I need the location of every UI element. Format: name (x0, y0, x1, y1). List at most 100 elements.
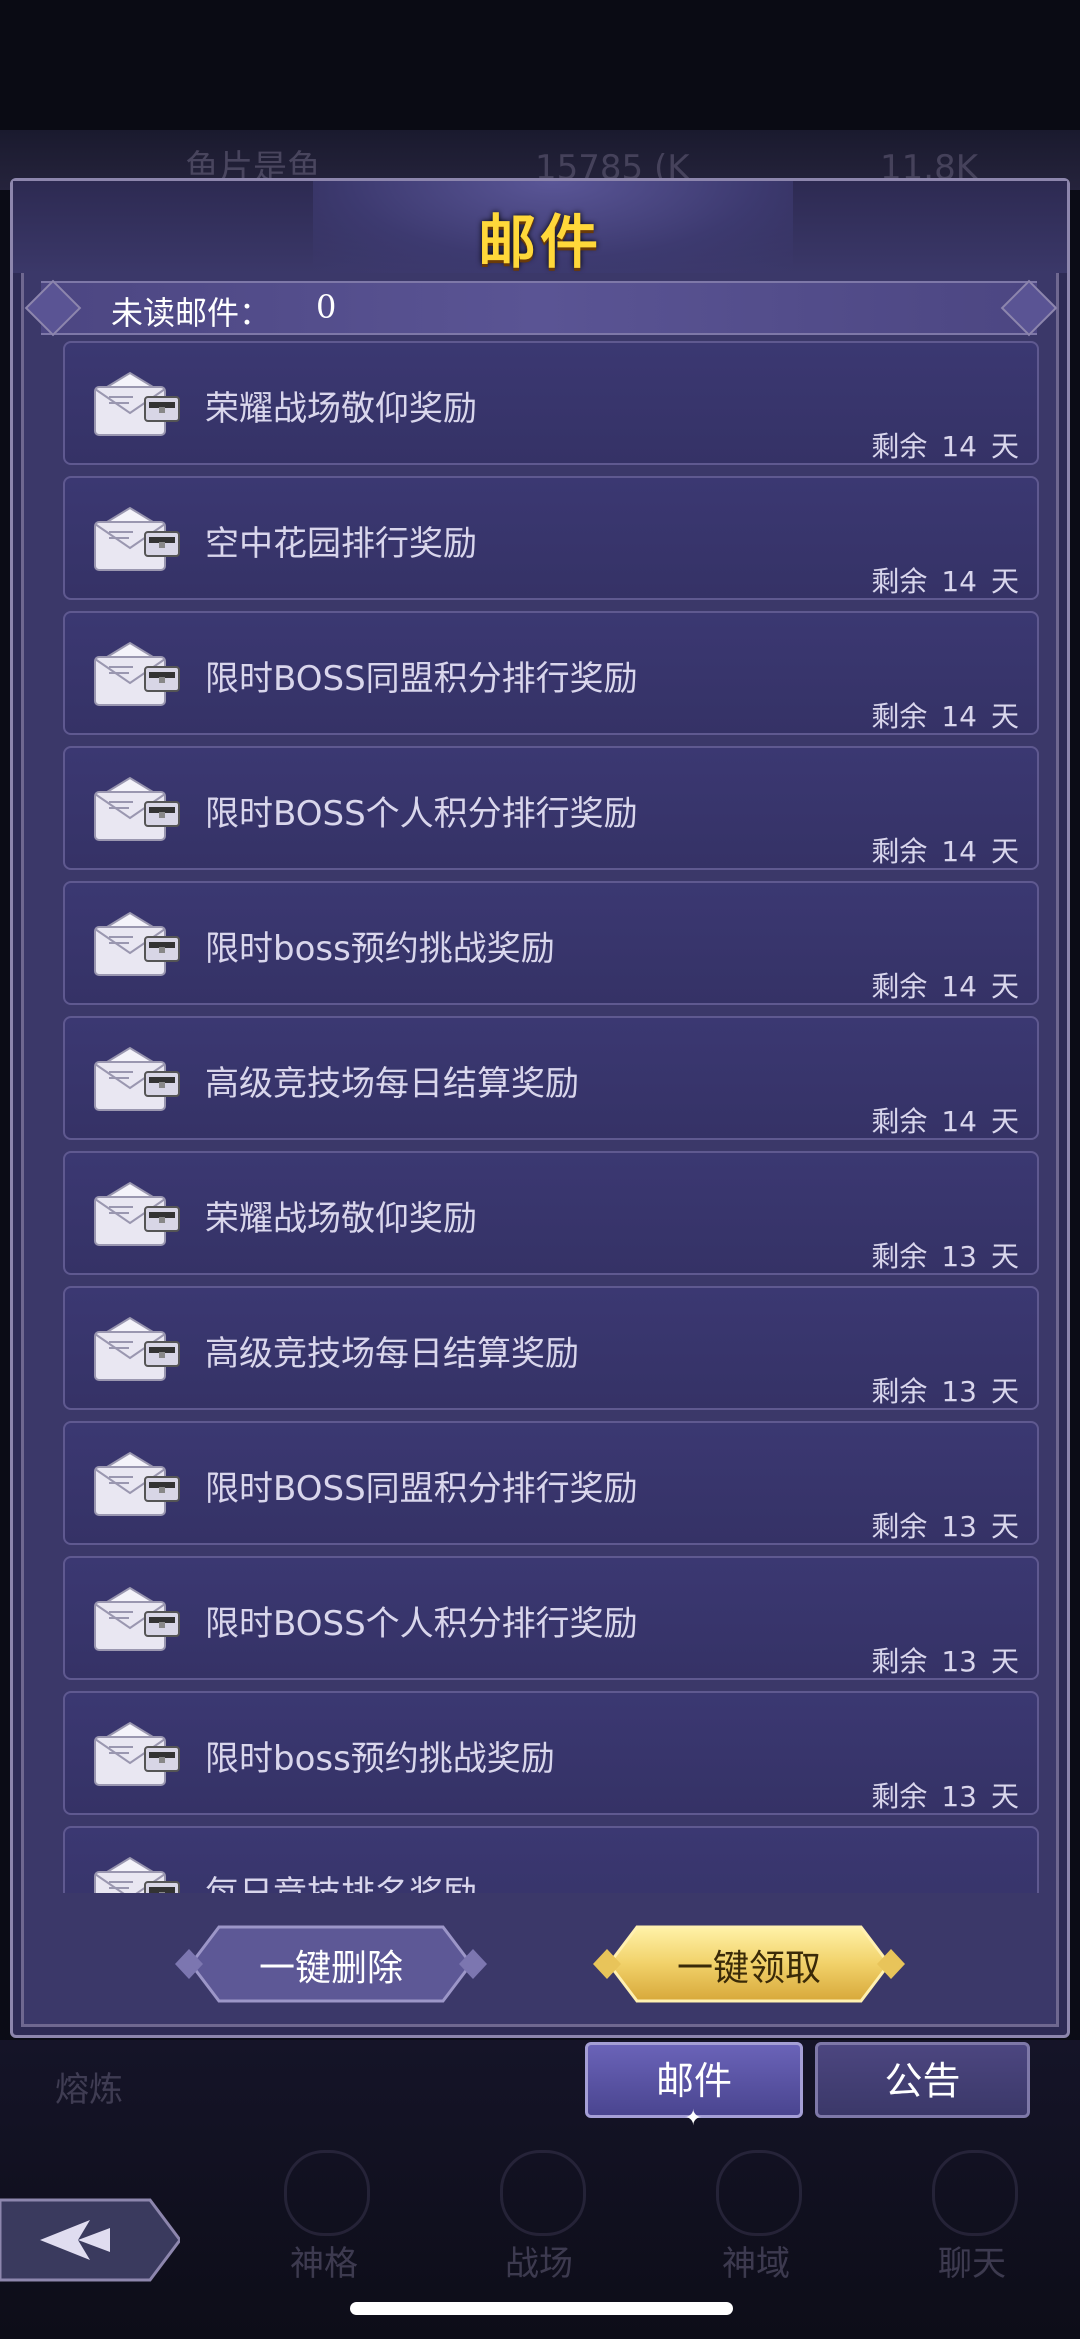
back-arrow-icon (0, 2198, 182, 2282)
expiry-unit: 天 (990, 1240, 1019, 1273)
mail-subject: 限时boss预约挑战奖励 (205, 1739, 555, 1779)
panel-title: 邮件 (477, 208, 602, 276)
envelope-chest-icon (94, 1046, 180, 1111)
expiry-prefix: 剩余 (871, 1510, 928, 1543)
envelope-chest-icon (94, 1856, 180, 1893)
expiry-days: 14 (941, 430, 977, 463)
expiry-days: 14 (941, 835, 977, 868)
envelope-chest-icon (94, 776, 180, 841)
mail-item[interactable]: 高级竞技场每日结算奖励剩余 14 天 (63, 1016, 1039, 1140)
expiry-unit: 天 (990, 1645, 1019, 1678)
chat-icon (932, 2150, 1018, 2236)
tab-mail-label: 邮件 (655, 2059, 732, 2103)
expiry-days: 13 (941, 1645, 977, 1678)
panel-header: 邮件 (13, 181, 1067, 276)
mail-subject: 空中花园排行奖励 (205, 524, 477, 564)
expiry-unit: 天 (990, 430, 1019, 463)
battlefield-icon (500, 2150, 586, 2236)
envelope-chest-icon (94, 911, 180, 976)
mail-expiry: 剩余 13 天 (857, 1640, 1019, 1680)
mail-subject: 荣耀战场敬仰奖励 (205, 1199, 477, 1239)
expiry-days: 13 (941, 1375, 977, 1408)
delete-all-button[interactable]: 一键删除 (171, 1921, 491, 2007)
nav-godhood[interactable]: 神格 (290, 2236, 358, 2285)
mail-item[interactable]: 空中花园排行奖励剩余 14 天 (63, 476, 1039, 600)
mail-item[interactable]: 限时BOSS个人积分排行奖励剩余 14 天 (63, 746, 1039, 870)
tab-notice[interactable]: 公告 (815, 2042, 1030, 2118)
expiry-prefix: 剩余 (871, 970, 928, 1003)
envelope-chest-icon (94, 1316, 180, 1381)
unread-bar: 未读邮件： 0 (41, 281, 1037, 335)
claim-all-label: 一键领取 (676, 1948, 821, 1989)
smelt-label: 熔炼 (55, 2070, 123, 2110)
expiry-prefix: 剩余 (871, 1240, 928, 1273)
expiry-prefix: 剩余 (871, 1105, 928, 1138)
back-button[interactable] (0, 2190, 182, 2290)
mail-subject: 高级竞技场每日结算奖励 (205, 1064, 579, 1104)
mail-expiry: 剩余 13 天 (857, 1775, 1019, 1815)
envelope-chest-icon (94, 1586, 180, 1651)
mail-item[interactable]: 每日竞技排名奖励 (63, 1826, 1039, 1893)
expiry-prefix: 剩余 (871, 1780, 928, 1813)
envelope-chest-icon (94, 1181, 180, 1246)
mail-expiry: 剩余 14 天 (857, 1100, 1019, 1140)
expiry-prefix: 剩余 (871, 835, 928, 868)
mail-item[interactable]: 高级竞技场每日结算奖励剩余 13 天 (63, 1286, 1039, 1410)
expiry-prefix: 剩余 (871, 565, 928, 598)
mail-expiry: 剩余 14 天 (857, 560, 1019, 600)
expiry-unit: 天 (990, 700, 1019, 733)
envelope-chest-icon (94, 641, 180, 706)
mail-expiry: 剩余 13 天 (857, 1370, 1019, 1410)
mail-expiry: 剩余 14 天 (857, 830, 1019, 870)
mail-item[interactable]: 限时BOSS个人积分排行奖励剩余 13 天 (63, 1556, 1039, 1680)
envelope-chest-icon (94, 506, 180, 571)
expiry-prefix: 剩余 (871, 700, 928, 733)
expiry-prefix: 剩余 (871, 1375, 928, 1408)
mail-subject: 限时BOSS同盟积分排行奖励 (205, 659, 638, 699)
expiry-days: 14 (941, 1105, 977, 1138)
active-tab-star-icon: ✦ (684, 2106, 703, 2131)
mail-subject: 每日竞技排名奖励 (205, 1866, 477, 1893)
envelope-chest-icon (94, 1451, 180, 1516)
expiry-prefix: 剩余 (871, 1645, 928, 1678)
expiry-days: 13 (941, 1780, 977, 1813)
expiry-unit: 天 (990, 565, 1019, 598)
mail-subject: 限时BOSS个人积分排行奖励 (205, 1604, 638, 1644)
envelope-chest-icon (94, 1721, 180, 1786)
expiry-unit: 天 (990, 1780, 1019, 1813)
godhood-icon (284, 2150, 370, 2236)
mail-subject: 荣耀战场敬仰奖励 (205, 389, 477, 429)
mail-list[interactable]: 荣耀战场敬仰奖励 剩余 14 天空中花园排行奖励 剩余 14 天限时BOSS同盟积分排行奖励… (51, 341, 1041, 1893)
home-indicator (350, 2302, 733, 2315)
expiry-prefix: 剩余 (871, 430, 928, 463)
nav-chat[interactable]: 聊天 (938, 2236, 1006, 2285)
mail-subject: 限时boss预约挑战奖励 (205, 929, 555, 969)
mail-expiry: 剩余 14 天 (857, 695, 1019, 735)
mail-subject: 限时BOSS个人积分排行奖励 (205, 794, 638, 834)
expiry-unit: 天 (990, 835, 1019, 868)
domain-icon (716, 2150, 802, 2236)
mail-subject: 高级竞技场每日结算奖励 (205, 1334, 579, 1374)
mail-item[interactable]: 限时BOSS同盟积分排行奖励剩余 14 天 (63, 611, 1039, 735)
nav-battlefield[interactable]: 战场 (505, 2236, 573, 2285)
mail-item[interactable]: 限时boss预约挑战奖励剩余 13 天 (63, 1691, 1039, 1815)
mail-item[interactable]: 限时BOSS同盟积分排行奖励 剩余 13 天 (63, 1421, 1039, 1545)
mail-panel: 邮件 未读邮件： 0 荣耀战场敬仰奖励 剩余 14 天空中花园排行奖励 剩余 14 天限时B… (10, 178, 1070, 2038)
mail-item[interactable]: 荣耀战场敬仰奖励 剩余 13 天 (63, 1151, 1039, 1275)
expiry-days: 14 (941, 970, 977, 1003)
mail-expiry: 剩余 14 天 (857, 425, 1019, 465)
expiry-unit: 天 (990, 970, 1019, 1003)
expiry-unit: 天 (990, 1375, 1019, 1408)
claim-all-button[interactable]: 一键领取 (589, 1921, 909, 2007)
unread-label: 未读邮件： (111, 294, 272, 332)
expiry-days: 14 (941, 700, 977, 733)
envelope-chest-icon (94, 371, 180, 436)
expiry-unit: 天 (990, 1105, 1019, 1138)
tab-notice-label: 公告 (884, 2059, 961, 2103)
mail-subject: 限时BOSS同盟积分排行奖励 (205, 1469, 638, 1509)
mail-item[interactable]: 荣耀战场敬仰奖励剩余 14 天 (63, 341, 1039, 465)
delete-all-label: 一键删除 (258, 1948, 403, 1989)
nav-domain[interactable]: 神域 (722, 2236, 790, 2285)
unread-count: 0 (316, 288, 337, 326)
mail-item[interactable]: 限时boss预约挑战奖励剩余 14 天 (63, 881, 1039, 1005)
